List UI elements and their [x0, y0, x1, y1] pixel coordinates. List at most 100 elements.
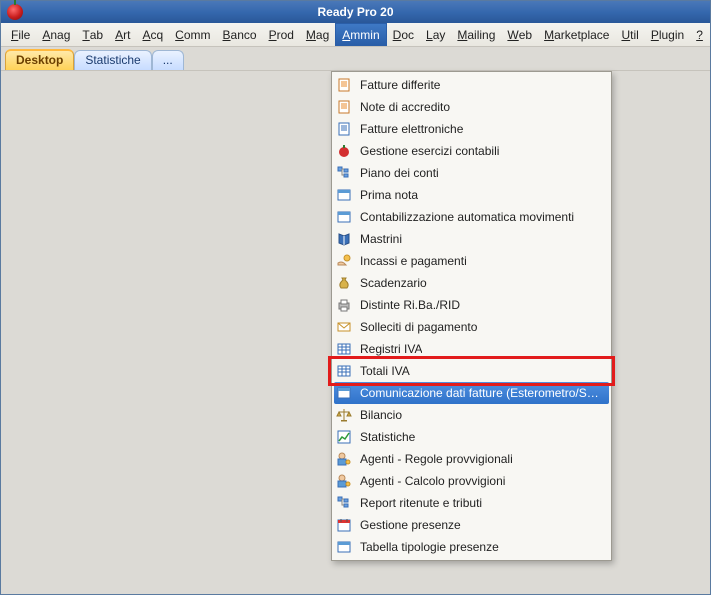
- menu-item[interactable]: Tab: [76, 23, 109, 46]
- menu-entry-label: Mastrini: [360, 232, 402, 246]
- menu-entry-label: Fatture differite: [360, 78, 440, 92]
- menu-item[interactable]: Art: [109, 23, 136, 46]
- menu-item[interactable]: Marketplace: [538, 23, 615, 46]
- menu-item-hotkey: M: [544, 28, 554, 42]
- tab[interactable]: Statistiche: [74, 50, 151, 70]
- menu-item-label: ab: [90, 28, 103, 42]
- menu-entry[interactable]: Registri IVA: [334, 338, 609, 360]
- menu-item[interactable]: Web: [501, 23, 538, 46]
- menu-entry[interactable]: Bilancio: [334, 404, 609, 426]
- agent-icon: [336, 473, 352, 489]
- menu-entry-label: Incassi e pagamenti: [360, 254, 467, 268]
- menu-entry[interactable]: Mastrini: [334, 228, 609, 250]
- menu-item[interactable]: Ammin: [335, 23, 386, 46]
- tab-strip: Desktop Statistiche...: [1, 47, 710, 71]
- menu-entry[interactable]: Contabilizzazione automatica movimenti: [334, 206, 609, 228]
- menu-entry[interactable]: Scadenzario: [334, 272, 609, 294]
- menu-entry[interactable]: Note di accredito: [334, 96, 609, 118]
- menu-item[interactable]: Mailing: [451, 23, 501, 46]
- menu-item-label: nag: [50, 28, 70, 42]
- menu-entry-label: Scadenzario: [360, 276, 427, 290]
- menu-item-hotkey: P: [269, 28, 277, 42]
- menu-item[interactable]: File: [5, 23, 36, 46]
- menu-item[interactable]: Util: [615, 23, 644, 46]
- menu-entry[interactable]: Incassi e pagamenti: [334, 250, 609, 272]
- menu-entry[interactable]: Fatture differite: [334, 74, 609, 96]
- menu-item[interactable]: Plugin: [645, 23, 690, 46]
- menu-item[interactable]: Banco: [217, 23, 263, 46]
- grid-icon: [336, 363, 352, 379]
- menu-item[interactable]: Doc: [387, 23, 420, 46]
- tree-icon: [336, 165, 352, 181]
- menu-item-label: eb: [519, 28, 532, 42]
- menu-item[interactable]: Lay: [420, 23, 451, 46]
- menu-entry[interactable]: Agenti - Calcolo provvigioni: [334, 470, 609, 492]
- money-bag-icon: [336, 275, 352, 291]
- window-icon: [336, 209, 352, 225]
- grid-icon: [336, 341, 352, 357]
- menu-item[interactable]: Acq: [136, 23, 169, 46]
- menu-item-hotkey: W: [507, 28, 518, 42]
- menu-item-label: rod: [277, 28, 294, 42]
- menu-entry-label: Registri IVA: [360, 342, 422, 356]
- strawberry-icon: [7, 4, 23, 20]
- chart-icon: [336, 429, 352, 445]
- agent-icon: [336, 451, 352, 467]
- tab-label: ...: [163, 53, 173, 67]
- menu-entry[interactable]: Prima nota: [334, 184, 609, 206]
- menu-item[interactable]: ?: [690, 23, 709, 46]
- menu-entry-label: Bilancio: [360, 408, 402, 422]
- menu-entry[interactable]: Totali IVA: [334, 360, 609, 382]
- menu-item-hotkey: A: [142, 28, 150, 42]
- doc-orange-icon: [336, 77, 352, 93]
- menu-item-hotkey: C: [175, 28, 184, 42]
- window-icon: [336, 385, 352, 401]
- tab[interactable]: Desktop: [5, 49, 74, 70]
- menu-entry[interactable]: Distinte Ri.Ba./RID: [334, 294, 609, 316]
- title-bar: Ready Pro 20: [1, 1, 710, 23]
- tab-label: Statistiche: [85, 53, 140, 67]
- menu-item-hotkey: A: [42, 28, 50, 42]
- window-icon: [336, 187, 352, 203]
- menu-item[interactable]: Mag: [300, 23, 335, 46]
- menu-item-label: arketplace: [554, 28, 609, 42]
- menu-item-label: ag: [316, 28, 329, 42]
- menu-entry-label: Contabilizzazione automatica movimenti: [360, 210, 574, 224]
- menu-entry[interactable]: Agenti - Regole provvigionali: [334, 448, 609, 470]
- menu-item-label: til: [630, 28, 639, 42]
- menu-item-label: ile: [18, 28, 30, 42]
- menu-entry[interactable]: Piano dei conti: [334, 162, 609, 184]
- ammin-dropdown: Fatture differite Note di accreditoFattur…: [331, 71, 612, 561]
- menu-entry[interactable]: Solleciti di pagamento: [334, 316, 609, 338]
- menu-entry[interactable]: Statistiche: [334, 426, 609, 448]
- menu-item-hotkey: ?: [696, 28, 703, 42]
- menu-entry[interactable]: Tabella tipologie presenze: [334, 536, 609, 558]
- menu-entry[interactable]: Gestione esercizi contabili: [334, 140, 609, 162]
- tree-icon: [336, 495, 352, 511]
- doc-orange-icon: [336, 99, 352, 115]
- menu-item-label: ailing: [467, 28, 495, 42]
- calendar-icon: [336, 517, 352, 533]
- menu-item[interactable]: Prod: [263, 23, 300, 46]
- menu-item[interactable]: Anag: [36, 23, 76, 46]
- menu-item-hotkey: M: [306, 28, 316, 42]
- menu-entry-label: Comunicazione dati fatture (Esterometro/…: [360, 386, 603, 400]
- mail-icon: [336, 319, 352, 335]
- menu-entry[interactable]: Fatture elettroniche: [334, 118, 609, 140]
- menu-item-label: lugin: [659, 28, 684, 42]
- menu-entry[interactable]: Report ritenute e tributi: [334, 492, 609, 514]
- menu-entry[interactable]: Comunicazione dati fatture (Esterometro/…: [334, 382, 609, 404]
- menu-item[interactable]: Comm: [169, 23, 216, 46]
- strawberry-icon: [336, 143, 352, 159]
- menu-item-hotkey: D: [393, 28, 402, 42]
- menu-item-hotkey: U: [621, 28, 630, 42]
- menu-item-hotkey: L: [426, 28, 433, 42]
- book-icon: [336, 231, 352, 247]
- tab[interactable]: ...: [152, 50, 184, 70]
- menu-item-label: oc: [401, 28, 414, 42]
- menu-item-label: cq: [150, 28, 163, 42]
- menu-bar: FileAnagTabArtAcqCommBancoProdMagAmminDo…: [1, 23, 710, 47]
- menu-entry[interactable]: Gestione presenze: [334, 514, 609, 536]
- menu-item-hotkey: B: [223, 28, 231, 42]
- menu-entry-label: Piano dei conti: [360, 166, 439, 180]
